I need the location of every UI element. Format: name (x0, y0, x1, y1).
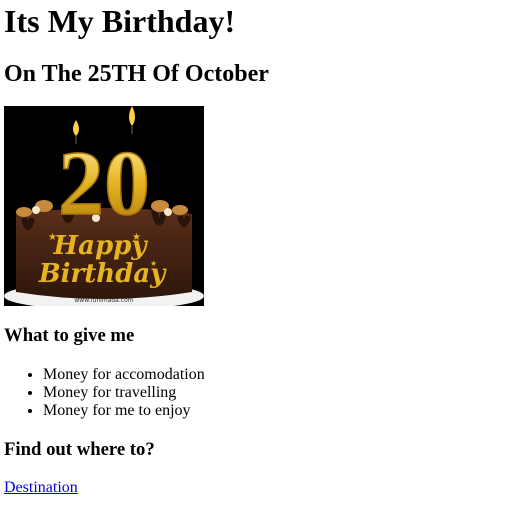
birthday-cake-image: 20 Happy Birthday ★ ★ ★ www.funimada.com (4, 106, 204, 306)
list-item: Money for me to enjoy (43, 402, 205, 420)
gifts-heading: What to give me (4, 325, 135, 346)
svg-text:★: ★ (150, 259, 157, 268)
destination-link[interactable]: Destination (4, 479, 78, 497)
page-title: Its My Birthday! (4, 3, 236, 39)
find-heading: Find out where to? (4, 439, 155, 460)
svg-text:★: ★ (48, 232, 57, 243)
svg-text:★: ★ (132, 232, 141, 243)
number-candle-20: 20 (58, 132, 150, 234)
gifts-list: Money for accomodation Money for travell… (4, 366, 205, 420)
list-item: Money for accomodation (43, 366, 205, 384)
image-watermark: www.funimada.com (74, 297, 133, 304)
cake-caption-birthday: Birthday (38, 259, 167, 289)
list-item: Money for travelling (43, 384, 205, 402)
page: Its My Birthday! On The 25TH Of October (0, 0, 528, 496)
page-subtitle: On The 25TH Of October (4, 61, 269, 87)
